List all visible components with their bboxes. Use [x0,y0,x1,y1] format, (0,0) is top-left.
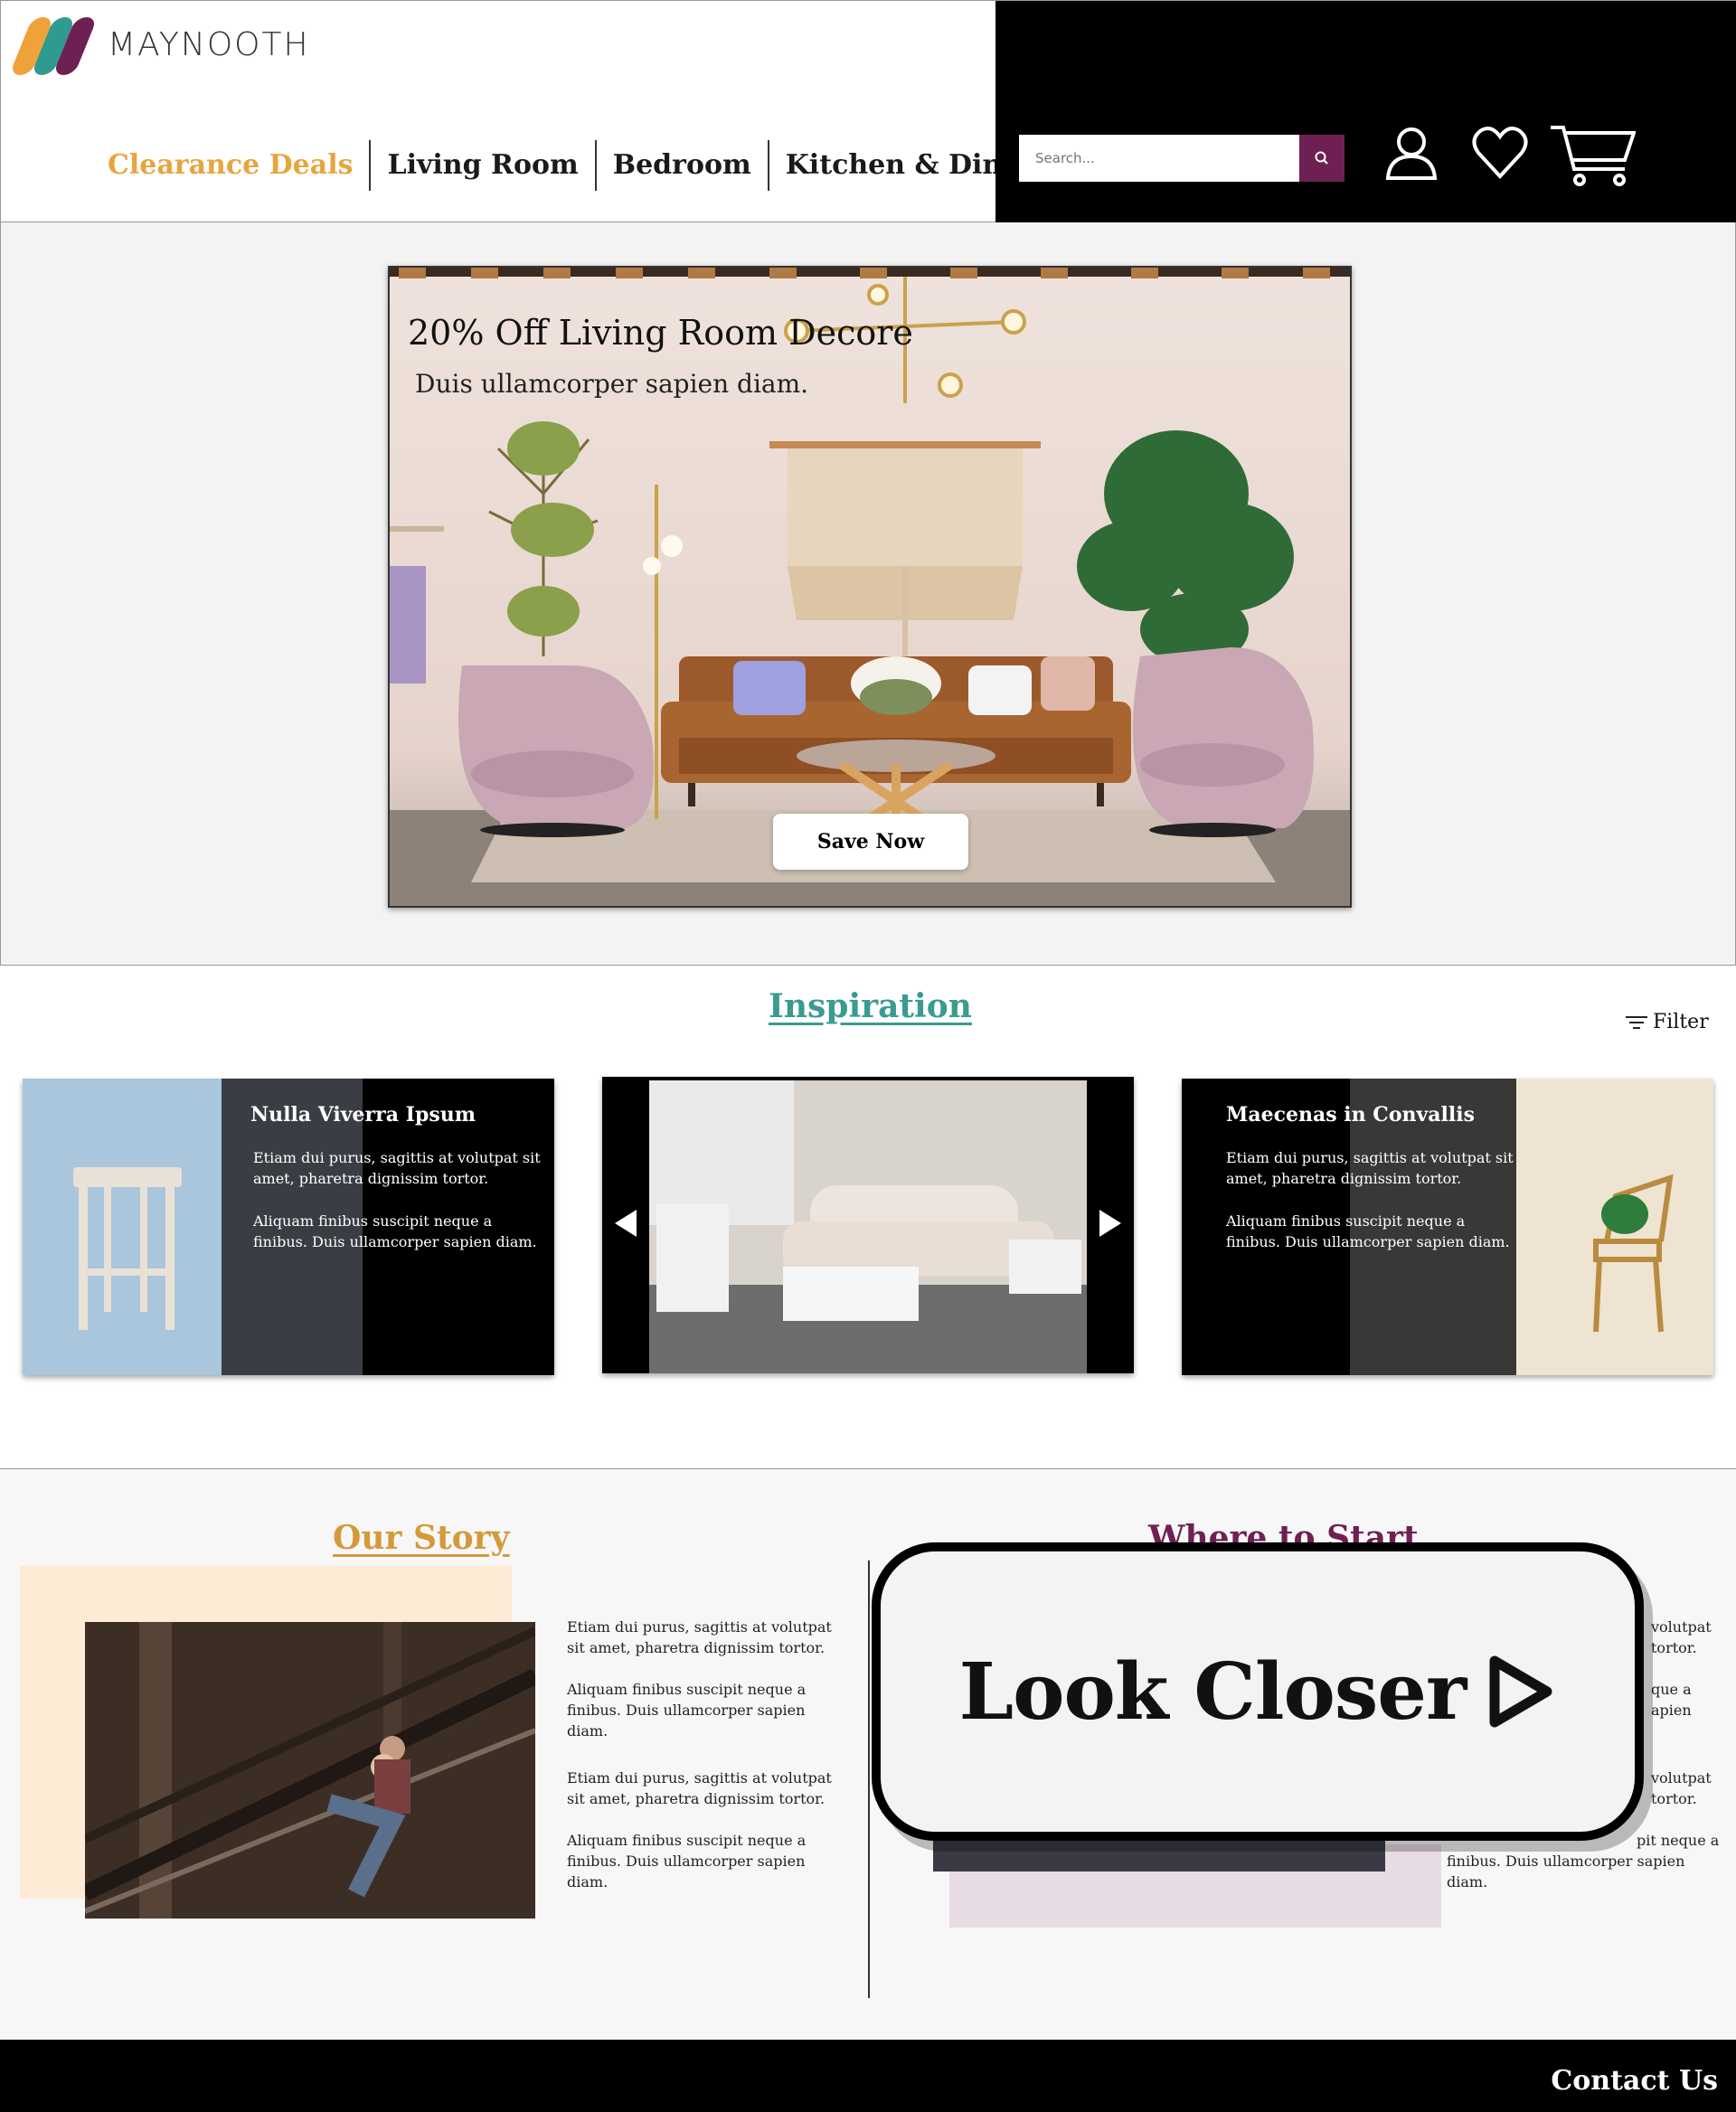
card-1-text-2: Aliquam finibus suscipit neque a finibus… [253,1212,537,1250]
site-footer: Contact Us [0,2040,1736,2112]
heart-icon[interactable] [1471,126,1529,180]
search-icon [1315,151,1328,165]
our-story-heading[interactable]: Our Story [333,1519,510,1557]
inspiration-card-3[interactable]: Maecenas in Convallis Etiam dui purus, s… [1182,1079,1713,1375]
search-button[interactable] [1299,135,1344,182]
look-closer-button[interactable]: Look Closer [872,1542,1644,1841]
play-icon [1489,1655,1552,1728]
brand-logo[interactable]: MAYNOOTH [9,15,310,75]
search-bar [1019,135,1344,182]
hero-subtitle: Duis ullamcorper sapien diam. [415,369,809,399]
inspiration-card-2[interactable] [602,1077,1134,1373]
nav-clearance-deals[interactable]: Clearance Deals [91,140,369,191]
card-3-text-1: Etiam dui purus, sagittis at volutpat si… [1226,1149,1514,1187]
card-1-text-1: Etiam dui purus, sagittis at volutpat si… [253,1149,541,1187]
couple-photo [85,1622,535,1919]
start-text-fragment-4: apien [1651,1702,1692,1719]
story-text-3: Etiam dui purus, sagittis at volutpat si… [567,1769,832,1807]
inspiration-heading[interactable]: Inspiration [769,987,972,1025]
hero-title: 20% Off Living Room Decore [408,313,913,353]
story-text-1: Etiam dui purus, sagittis at volutpat si… [567,1618,832,1656]
chevron-right-icon[interactable] [1098,1208,1123,1239]
story-text-4: Aliquam finibus suscipit neque a finibus… [567,1832,807,1890]
search-input[interactable] [1019,135,1299,182]
start-text-fragment-2: tortor. [1651,1639,1697,1656]
card-3-text-2: Aliquam finibus suscipit neque a finibus… [1226,1212,1510,1250]
start-text-fragment-8: finibus. Duis ullamcorper sapien [1447,1853,1685,1870]
hero-section: 20% Off Living Room Decore Duis ullamcor… [0,222,1736,966]
inspiration-card-1[interactable]: Nulla Viverra Ipsum Etiam dui purus, sag… [23,1079,554,1375]
save-now-button[interactable]: Save Now [773,814,968,870]
hero-banner[interactable]: 20% Off Living Room Decore Duis ullamcor… [388,266,1352,908]
card-3-title: Maecenas in Convallis [1226,1103,1475,1127]
nav-living-room[interactable]: Living Room [369,140,594,191]
living-room-carousel-photo [602,1077,1134,1373]
living-room-photo [390,268,1350,906]
start-text-fragment-3: que a [1651,1681,1692,1698]
brand-name: MAYNOOTH [108,25,310,63]
card-1-title: Nulla Viverra Ipsum [250,1103,476,1127]
site-header: MAYNOOTH Clearance Deals Living Room Bed… [0,0,1736,223]
start-text-fragment-1: volutpat [1651,1618,1712,1636]
nav-bedroom[interactable]: Bedroom [594,140,768,191]
start-text-fragment-9: diam. [1447,1873,1488,1890]
logo-mark-icon [9,15,98,75]
filter-label: Filter [1653,1011,1709,1033]
filter-icon [1626,1015,1647,1029]
main-nav: Clearance Deals Living Room Bedroom Kitc… [91,138,1067,193]
user-icon[interactable] [1382,124,1440,182]
contact-us-link[interactable]: Contact Us [1551,2065,1718,2097]
start-text-fragment-7: pit neque a [1637,1832,1720,1849]
start-text-fragment-5: volutpat [1651,1769,1712,1787]
chevron-left-icon[interactable] [613,1208,638,1239]
filter-button[interactable]: Filter [1626,1011,1709,1033]
section-divider [868,1560,870,1998]
cart-icon[interactable] [1549,124,1636,189]
start-text-fragment-6: tortor. [1651,1790,1697,1807]
header-utility-bar [995,1,1736,223]
story-text-2: Aliquam finibus suscipit neque a finibus… [567,1681,807,1740]
look-closer-label: Look Closer [958,1645,1467,1738]
